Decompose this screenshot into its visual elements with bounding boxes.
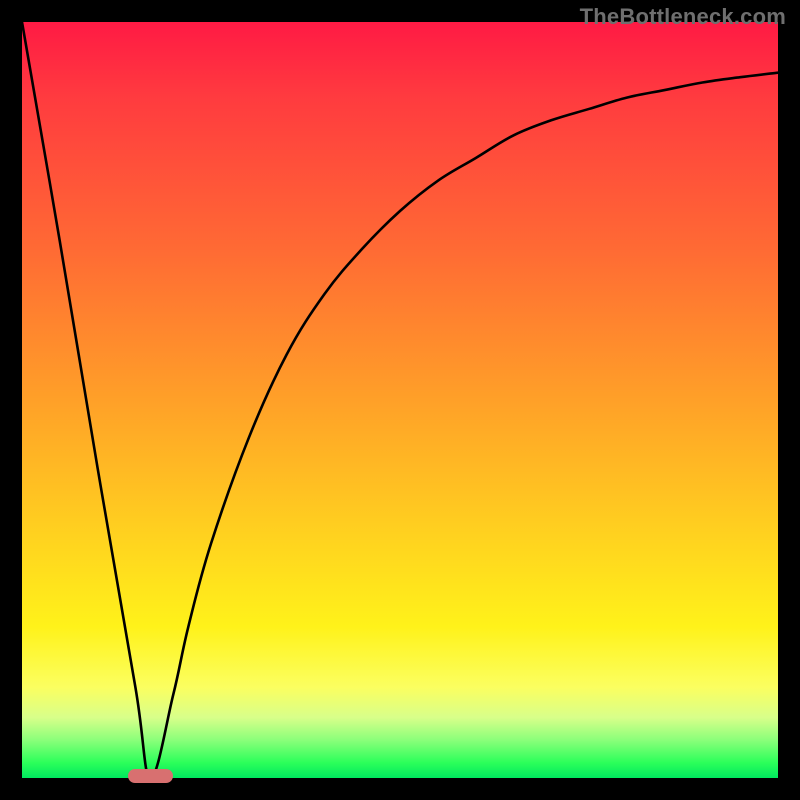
chart-frame: TheBottleneck.com [0, 0, 800, 800]
curve-overlay [22, 22, 778, 778]
optimal-range-marker [128, 769, 173, 783]
watermark-text: TheBottleneck.com [580, 4, 786, 30]
bottleneck-curve [22, 22, 778, 778]
